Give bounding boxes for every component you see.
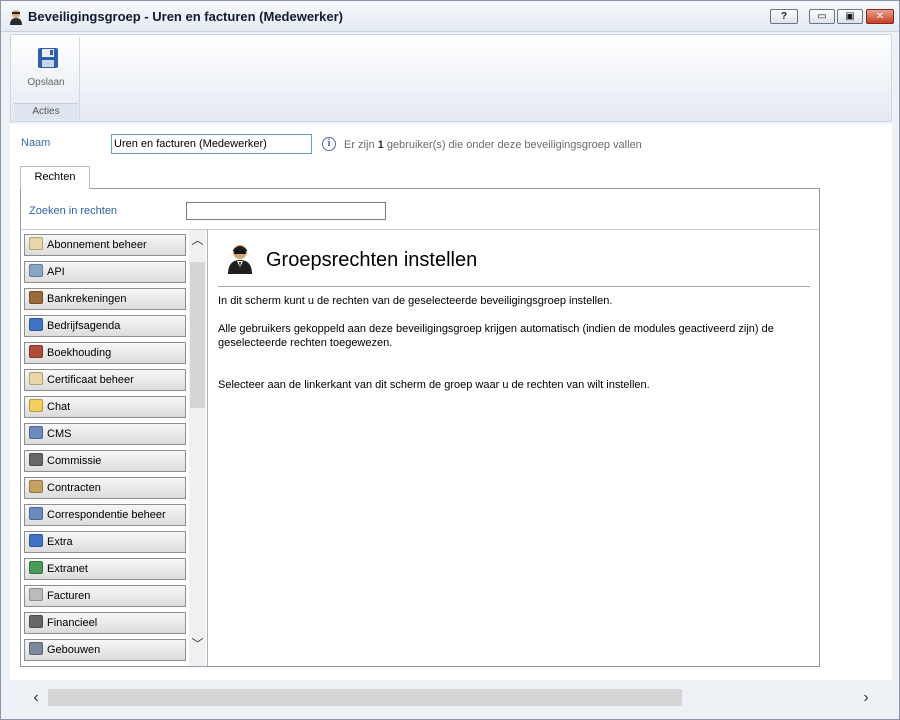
invoice-icon [29, 588, 43, 601]
module-item[interactable]: CMS [24, 423, 186, 445]
module-item[interactable]: Extra [24, 531, 186, 553]
vertical-scrollbar[interactable]: ︿ ﹀ [189, 230, 206, 666]
scroll-thumb[interactable] [190, 262, 205, 408]
chat-bubble-icon [29, 399, 43, 412]
title-bar: Beveiligingsgroep - Uren en facturen (Me… [1, 1, 899, 32]
naam-input[interactable] [111, 134, 312, 154]
ribbon-group-acties: Opslaan Acties [14, 37, 78, 119]
module-item[interactable]: Correspondentie beheer [24, 504, 186, 526]
module-item[interactable]: Bankrekeningen [24, 288, 186, 310]
module-item[interactable]: Bedrijfsagenda [24, 315, 186, 337]
module-item[interactable]: API [24, 261, 186, 283]
module-item-label: Commissie [47, 455, 102, 467]
naam-label: Naam [21, 137, 51, 149]
api-icon [29, 264, 43, 277]
calendar-icon [29, 318, 43, 331]
user-count: 1 [377, 139, 384, 151]
cms-icon [29, 426, 43, 439]
ribbon-separator [79, 37, 80, 119]
module-item-label: Abonnement beheer [47, 239, 147, 251]
scroll-up-icon[interactable]: ︿ [189, 232, 206, 248]
external-icon [29, 534, 43, 547]
security-group-icon [10, 10, 22, 25]
extranet-icon [29, 561, 43, 574]
module-item[interactable]: Certificaat beheer [24, 369, 186, 391]
detail-title: Groepsrechten instellen [266, 249, 478, 271]
maximize-button[interactable]: ▣ [837, 9, 863, 24]
scroll-down-icon[interactable]: ﹀ [189, 636, 206, 652]
main-content: Naam i Er zijn 1 gebruiker(s) die onder … [10, 124, 892, 680]
module-item[interactable]: Boekhouding [24, 342, 186, 364]
info-suffix: gebruiker(s) die onder deze beveiligings… [386, 139, 642, 151]
building-icon [29, 642, 43, 655]
detail-panel: Groepsrechten instellen In dit scherm ku… [209, 230, 819, 666]
close-button[interactable]: ✕ [866, 9, 894, 24]
scroll-right-icon[interactable]: › [858, 688, 874, 708]
window-title: Beveiligingsgroep - Uren en facturen (Me… [28, 9, 343, 24]
module-item[interactable]: Facturen [24, 585, 186, 607]
help-button[interactable]: ? [770, 9, 798, 24]
detail-paragraph-1: In dit scherm kunt u de rechten van de g… [218, 295, 613, 307]
module-item-label: Chat [47, 401, 71, 413]
minimize-button[interactable]: ▭ [809, 9, 835, 24]
info-prefix: Er zijn [344, 139, 375, 151]
module-item[interactable]: Commissie [24, 450, 186, 472]
module-item-label: Gebouwen [47, 644, 101, 656]
ribbon-group-label: Acties [14, 103, 78, 119]
chest-icon [29, 291, 43, 304]
horizontal-scroll-thumb[interactable] [48, 689, 682, 706]
info-icon: i [322, 137, 336, 151]
module-item[interactable]: Chat [24, 396, 186, 418]
module-item-label: Facturen [47, 590, 91, 602]
module-item[interactable]: Gebouwen [24, 639, 186, 661]
search-label: Zoeken in rechten [29, 205, 118, 217]
tab-rechten[interactable]: Rechten [20, 166, 90, 189]
floppy-disk-icon [38, 48, 58, 68]
rechten-panel: Zoeken in rechten Abonnement beheer API Ba… [20, 188, 820, 667]
mail-icon [29, 507, 43, 520]
stamp-icon [29, 453, 43, 466]
module-item[interactable]: Contracten [24, 477, 186, 499]
user-count-info: Er zijn 1 gebruiker(s) die onder deze be… [344, 139, 642, 151]
module-item-label: Extra [47, 536, 73, 548]
module-item[interactable]: Abonnement beheer [24, 234, 186, 256]
module-item-label: Bankrekeningen [47, 293, 127, 305]
module-item[interactable]: Financieel [24, 612, 186, 634]
module-item-label: Bedrijfsagenda [47, 320, 121, 332]
module-list: Abonnement beheer API Bankrekeningen Bedrij… [21, 230, 208, 666]
chart-icon [29, 345, 43, 358]
module-item-label: Correspondentie beheer [47, 509, 166, 521]
certificate-icon [29, 372, 43, 385]
search-input[interactable] [186, 202, 386, 220]
ribbon: Opslaan Acties [10, 34, 892, 122]
save-button[interactable]: Opslaan [15, 39, 77, 95]
module-item-label: Contracten [47, 482, 101, 494]
module-item-label: Financieel [47, 617, 98, 629]
detail-paragraph-3: Selecteer aan de linkerkant van dit sche… [218, 379, 650, 391]
finance-icon [29, 615, 43, 628]
user-group-icon [228, 245, 252, 274]
app-window: Beveiligingsgroep - Uren en facturen (Me… [0, 0, 900, 720]
scroll-left-icon[interactable]: ‹ [28, 688, 44, 708]
detail-paragraph-2: Alle gebruikers gekoppeld aan deze bevei… [218, 323, 774, 349]
contract-icon [29, 480, 43, 493]
module-item[interactable]: Extranet [24, 558, 186, 580]
module-item-label: Extranet [47, 563, 88, 575]
horizontal-scrollbar[interactable]: ‹ › [10, 684, 892, 712]
module-item-label: CMS [47, 428, 72, 440]
module-item-label: Certificaat beheer [47, 374, 134, 386]
module-item-label: API [47, 266, 65, 278]
save-label: Opslaan [27, 77, 65, 88]
module-item-label: Boekhouding [47, 347, 112, 359]
scroll-icon [29, 237, 43, 250]
detail-divider [218, 286, 810, 287]
